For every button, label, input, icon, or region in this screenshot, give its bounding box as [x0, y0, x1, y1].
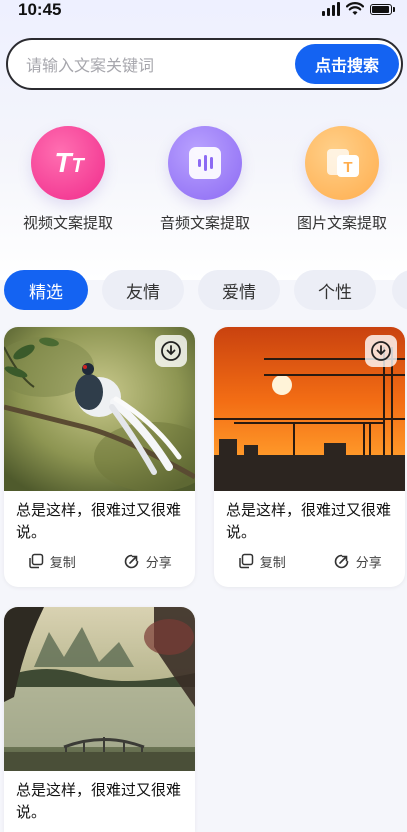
status-icons [322, 2, 395, 16]
tab-love[interactable]: 爱情 [198, 270, 280, 310]
video-text-icon: TT [31, 126, 105, 200]
tool-video-extract[interactable]: TT 视频文案提取 [8, 126, 128, 233]
svg-text:T: T [343, 159, 352, 176]
download-icon [161, 341, 181, 361]
tool-image-extract[interactable]: T 图片文案提取 [282, 126, 402, 233]
search-input[interactable] [24, 52, 288, 78]
tab-featured[interactable]: 精选 [4, 270, 88, 310]
share-icon [334, 554, 349, 568]
download-icon [371, 341, 391, 361]
copy-label: 复制 [259, 555, 286, 571]
share-label: 分享 [145, 555, 172, 571]
copy-button[interactable]: 复制 [4, 552, 100, 571]
card-image [214, 327, 405, 491]
tab-personality[interactable]: 个性 [294, 270, 376, 310]
card-text: 总是这样，很难过又很难说。 [226, 501, 392, 541]
category-tabs: 精选 友情 爱情 个性 [4, 270, 407, 310]
search-button[interactable]: 点击搜索 [295, 44, 399, 84]
search-bar: 点击搜索 [6, 38, 403, 90]
quote-card[interactable]: 总是这样，很难过又很难说。 复制 分享 [214, 327, 405, 587]
card-actions: 复制 分享 [214, 543, 405, 579]
card-image [4, 607, 195, 771]
share-icon [124, 554, 139, 568]
download-button[interactable] [365, 335, 397, 367]
share-button[interactable]: 分享 [100, 552, 196, 571]
status-time: 10:45 [18, 0, 62, 19]
quote-card[interactable]: 总是这样，很难过又很难说。 复制 分享 [4, 327, 195, 587]
status-bar: 10:45 [0, 0, 407, 22]
audio-text-icon [168, 126, 242, 200]
download-button[interactable] [155, 335, 187, 367]
image-text-icon: T [305, 126, 379, 200]
tool-audio-extract[interactable]: 音频文案提取 [145, 126, 265, 233]
signal-icon [322, 2, 340, 16]
tab-more[interactable] [392, 270, 407, 310]
quote-card[interactable]: 总是这样，很难过又很难说。 [4, 607, 195, 832]
tool-label: 视频文案提取 [22, 214, 113, 232]
copy-button[interactable]: 复制 [214, 552, 310, 571]
battery-icon [370, 3, 395, 15]
copy-icon [28, 553, 43, 569]
copy-label: 复制 [49, 555, 76, 571]
share-button[interactable]: 分享 [310, 552, 406, 571]
card-image [4, 327, 195, 491]
tool-label: 图片文案提取 [296, 214, 387, 232]
wifi-icon [346, 2, 364, 15]
tool-label: 音频文案提取 [159, 214, 250, 232]
tab-friendship[interactable]: 友情 [102, 270, 184, 310]
card-text: 总是这样，很难过又很难说。 [16, 781, 182, 821]
card-actions: 复制 分享 [4, 543, 195, 579]
share-label: 分享 [355, 555, 382, 571]
copy-icon [238, 553, 253, 569]
card-text: 总是这样，很难过又很难说。 [16, 501, 182, 541]
